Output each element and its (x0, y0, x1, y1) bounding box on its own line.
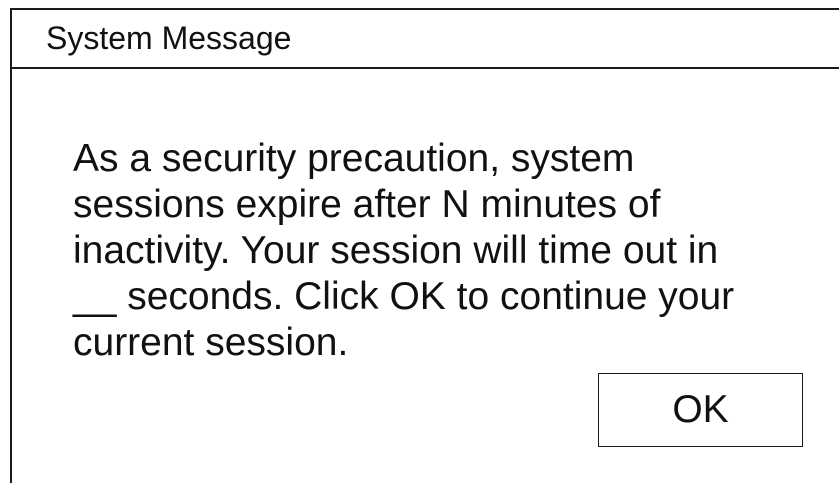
message-line: __ seconds. Click OK to continue your (73, 275, 735, 318)
session-timeout-dialog: System Message As a security precaution,… (10, 8, 839, 483)
ok-button[interactable]: OK (598, 373, 803, 447)
dialog-title: System Message (46, 20, 292, 56)
dialog-message: As a security precaution, system session… (73, 136, 833, 366)
message-line: current session. (73, 321, 349, 364)
message-line: sessions expire after N minutes of (73, 183, 661, 226)
message-line: inactivity. Your session will time out i… (73, 229, 719, 272)
message-line: As a security precaution, system (73, 137, 635, 180)
dialog-title-bar: System Message (12, 10, 839, 69)
